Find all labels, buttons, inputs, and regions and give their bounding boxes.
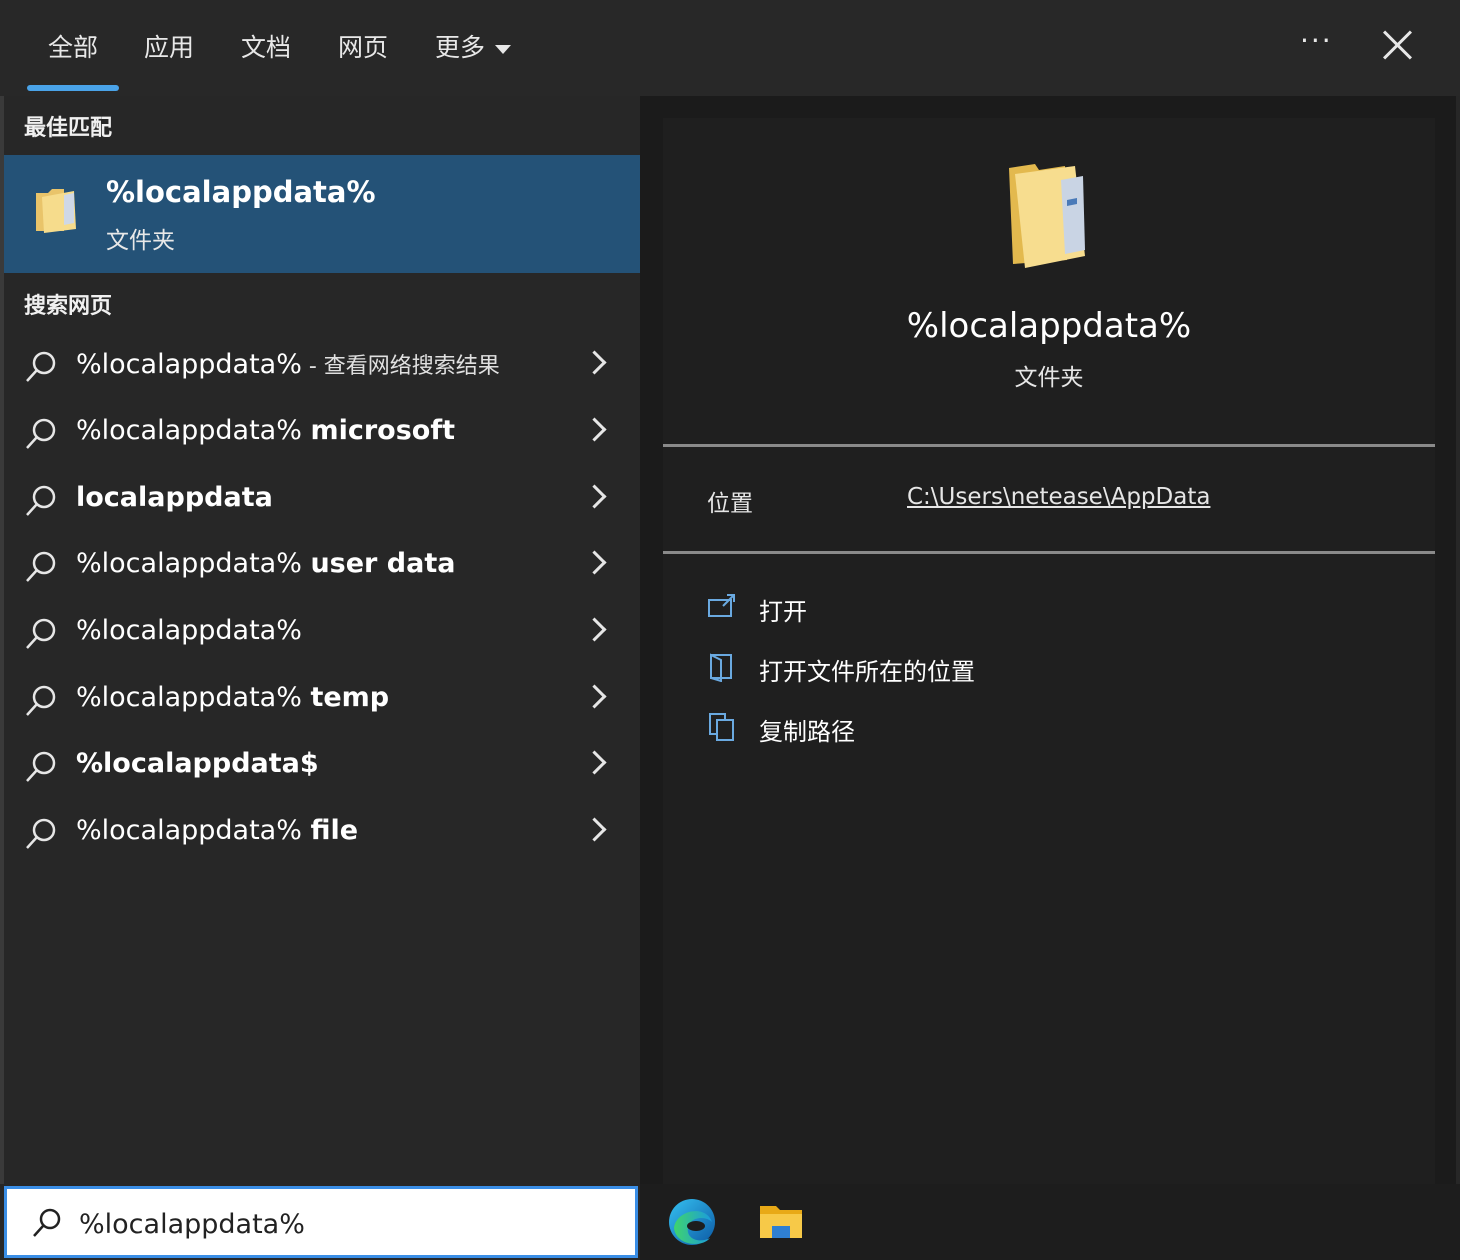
taskbar bbox=[640, 1184, 1460, 1260]
web-search-label: %localappdata% file bbox=[76, 815, 359, 846]
search-icon bbox=[26, 751, 56, 782]
divider bbox=[663, 551, 1435, 554]
search-icon bbox=[26, 351, 56, 382]
location-label: 位置 bbox=[707, 491, 753, 517]
chevron-right-icon bbox=[582, 817, 607, 842]
web-search-label: %localappdata% bbox=[76, 615, 302, 646]
caret-down-icon bbox=[495, 44, 512, 54]
web-search-label: %localappdata$ bbox=[76, 748, 319, 779]
file-explorer-icon[interactable] bbox=[756, 1196, 808, 1248]
chevron-right-icon bbox=[582, 750, 607, 775]
web-search-label: %localappdata% temp bbox=[76, 682, 390, 713]
tab-apps[interactable]: 应用 bbox=[144, 28, 194, 64]
copy-path-action[interactable]: 复制路径 bbox=[707, 708, 1107, 752]
tab-more-label: 更多 bbox=[435, 33, 486, 62]
web-search-heading: 搜索网页 bbox=[24, 294, 113, 319]
copy-icon bbox=[709, 713, 734, 741]
tab-all[interactable]: 全部 bbox=[48, 28, 98, 64]
web-search-label: %localappdata% microsoft bbox=[76, 415, 455, 446]
folder-location-icon bbox=[710, 653, 732, 682]
chevron-right-icon bbox=[582, 684, 607, 709]
search-icon bbox=[26, 685, 56, 716]
open-icon bbox=[708, 594, 735, 617]
best-match-heading: 最佳匹配 bbox=[24, 116, 113, 141]
best-match-type: 文件夹 bbox=[106, 228, 175, 254]
search-window: 全部 应用 文档 网页 更多 ··· 最佳匹配 %localappdata% 文… bbox=[0, 0, 1460, 1260]
top-bar: 全部 应用 文档 网页 更多 ··· bbox=[0, 0, 1460, 96]
web-search-item[interactable]: %localappdata% - 查看网络搜索结果 bbox=[4, 334, 640, 400]
web-search-item[interactable]: %localappdata% microsoft bbox=[4, 401, 640, 467]
copy-path-label: 复制路径 bbox=[759, 718, 855, 746]
search-input[interactable] bbox=[77, 1201, 621, 1247]
web-search-item[interactable]: %localappdata% temp bbox=[4, 668, 640, 734]
web-search-item[interactable]: %localappdata% user data bbox=[4, 534, 640, 600]
close-button[interactable] bbox=[1380, 28, 1414, 62]
chevron-right-icon bbox=[582, 617, 607, 642]
web-search-item[interactable]: %localappdata% bbox=[4, 601, 640, 667]
chevron-right-icon bbox=[582, 350, 607, 375]
chevron-right-icon bbox=[582, 550, 607, 575]
divider bbox=[663, 444, 1435, 447]
folder-icon bbox=[36, 189, 76, 233]
search-box[interactable] bbox=[4, 1186, 638, 1258]
web-search-item[interactable]: %localappdata$ bbox=[4, 734, 640, 800]
search-icon bbox=[26, 818, 56, 849]
tab-more[interactable]: 更多 bbox=[435, 28, 512, 64]
search-icon bbox=[26, 418, 56, 449]
search-icon bbox=[26, 618, 56, 649]
search-icon bbox=[26, 551, 56, 582]
open-file-location-action[interactable]: 打开文件所在的位置 bbox=[707, 648, 1107, 692]
web-search-label: localappdata bbox=[76, 482, 273, 513]
chevron-right-icon bbox=[582, 484, 607, 509]
location-path-link[interactable]: C:\Users\netease\AppData bbox=[907, 484, 1210, 510]
tab-web[interactable]: 网页 bbox=[338, 28, 388, 64]
search-icon bbox=[33, 1208, 61, 1237]
web-search-item[interactable]: localappdata bbox=[4, 468, 640, 534]
more-options-button[interactable]: ··· bbox=[1300, 24, 1333, 57]
open-file-location-label: 打开文件所在的位置 bbox=[759, 658, 975, 686]
best-match-name: %localappdata% bbox=[106, 175, 376, 209]
web-search-label: %localappdata% - 查看网络搜索结果 bbox=[76, 349, 500, 380]
open-action[interactable]: 打开 bbox=[707, 588, 1107, 632]
web-search-item[interactable]: %localappdata% file bbox=[4, 801, 640, 867]
search-icon bbox=[26, 485, 56, 516]
folder-icon bbox=[1009, 164, 1085, 268]
edge-icon[interactable] bbox=[666, 1196, 718, 1248]
open-action-label: 打开 bbox=[759, 598, 807, 626]
chevron-right-icon bbox=[582, 417, 607, 442]
preview-panel: %localappdata% 文件夹 位置 C:\Users\netease\A… bbox=[663, 118, 1435, 1184]
tab-documents[interactable]: 文档 bbox=[241, 28, 291, 64]
best-match-item[interactable]: %localappdata% 文件夹 bbox=[4, 155, 640, 273]
preview-title: %localappdata% bbox=[906, 306, 1192, 346]
preview-type: 文件夹 bbox=[1014, 365, 1084, 391]
active-tab-indicator bbox=[27, 85, 119, 91]
web-search-label: %localappdata% user data bbox=[76, 548, 456, 579]
